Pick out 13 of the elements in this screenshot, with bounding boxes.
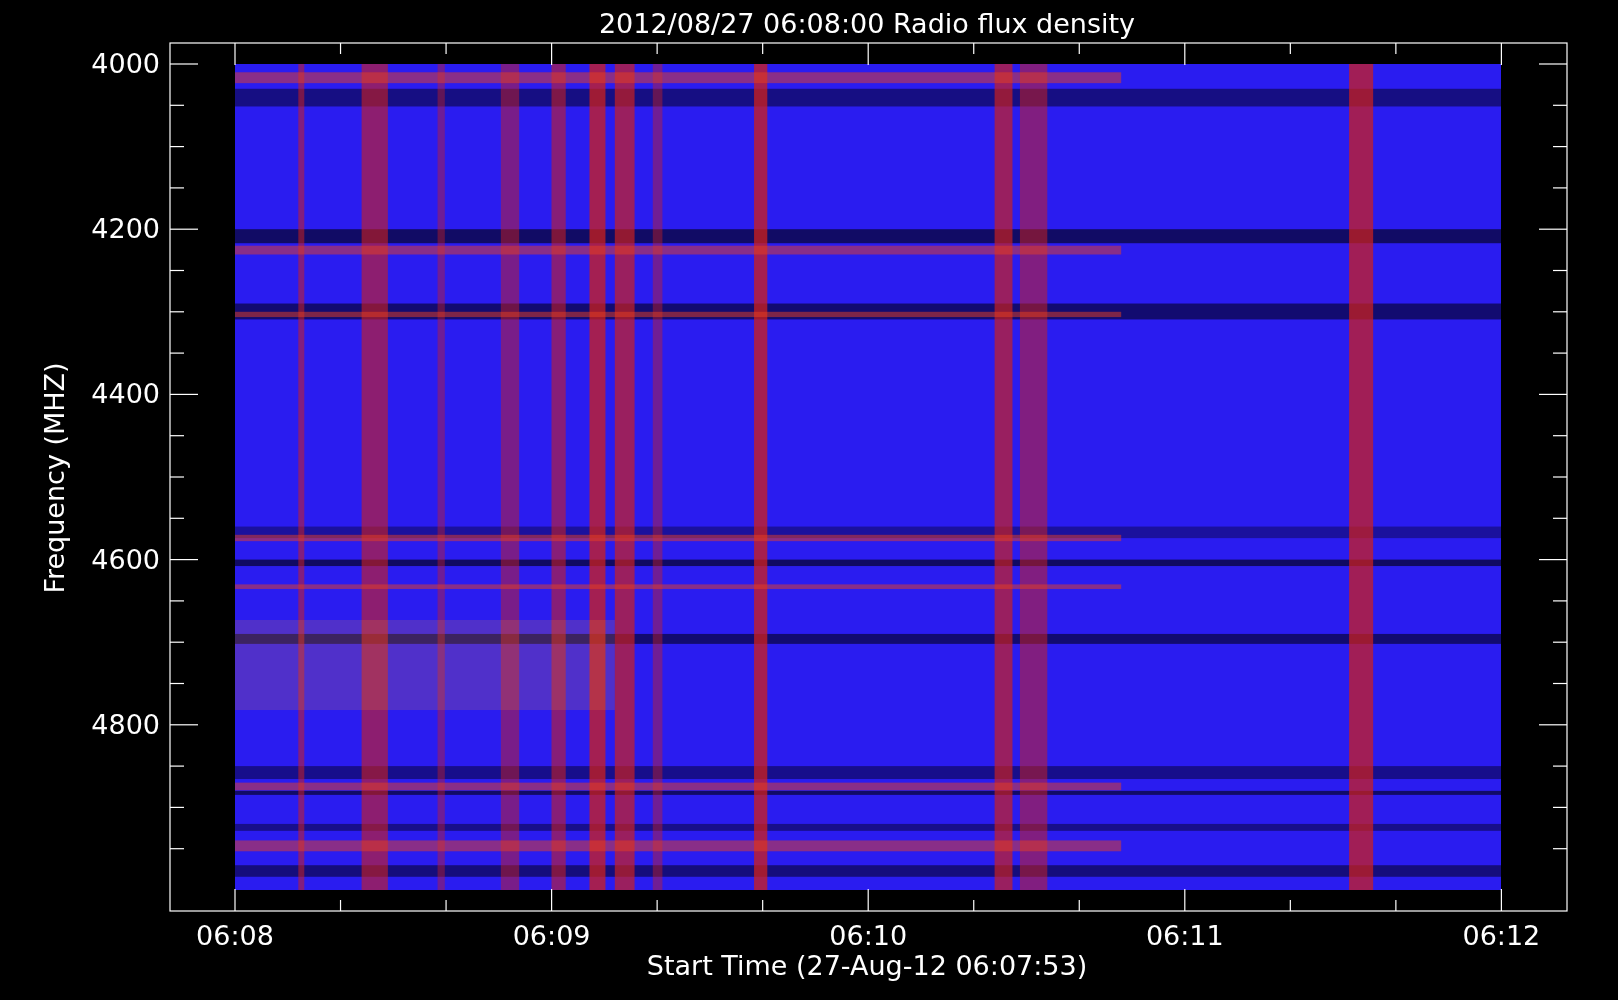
y-tick-label: 4400 [91,378,160,410]
chart-title: 2012/08/27 06:08:00 Radio flux density [598,8,1136,39]
y-tick-label: 4200 [91,213,160,245]
x-tick-label: 06:09 [512,920,591,951]
y-tick-label: 4000 [91,48,160,79]
y-tick-label: 4800 [91,708,160,740]
x-tick-label: 06:11 [1145,920,1224,951]
x-tick-label: 06:08 [196,920,274,951]
y-tick-label: 4600 [91,543,160,575]
y-axis-label: Frequency (MHZ) [39,362,70,594]
x-tick-label: 06:10 [829,920,908,951]
x-axis-label: Start Time (27-Aug-12 06:07:53) [646,950,1088,981]
x-tick-label: 06:12 [1462,920,1541,951]
